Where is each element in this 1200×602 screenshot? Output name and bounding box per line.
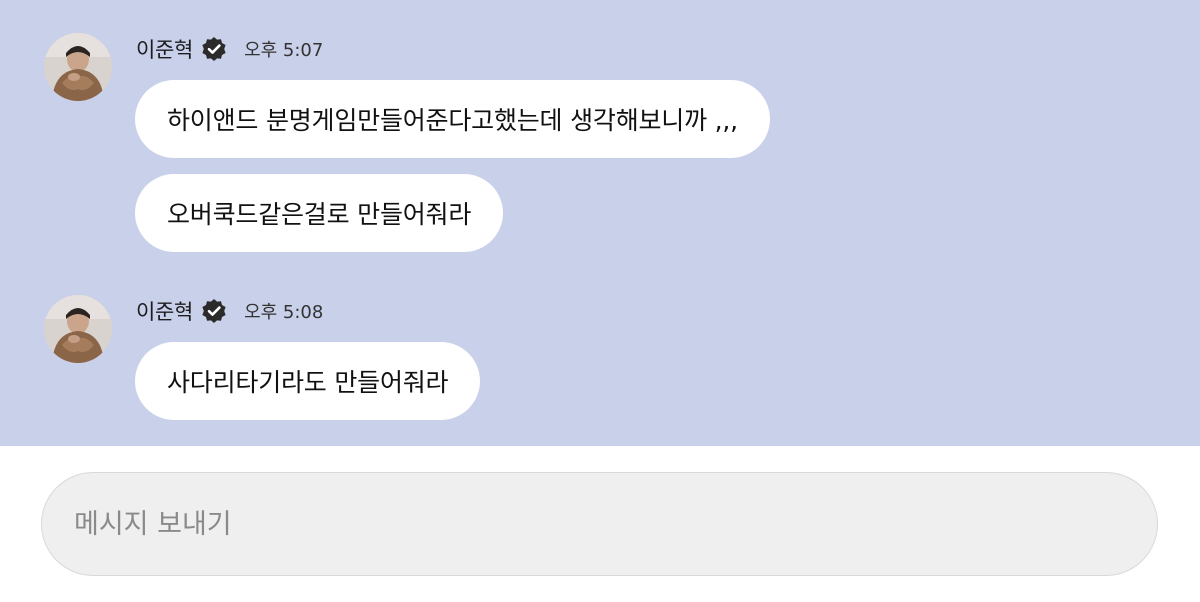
- message-bubble[interactable]: 하이앤드 분명게임만들어준다고했는데 생각해보니까 ,,,: [135, 80, 770, 158]
- message-timestamp: 오후 5:08: [244, 302, 324, 323]
- sender-row: 이준혁 오후 5:08: [136, 297, 323, 325]
- message-composer[interactable]: [41, 472, 1158, 576]
- sender-name[interactable]: 이준혁: [136, 296, 193, 326]
- message-bubble[interactable]: 사다리타기라도 만들어줘라: [135, 342, 481, 420]
- message-bubble[interactable]: 오버쿡드같은걸로 만들어줘라: [135, 174, 504, 252]
- sender-name[interactable]: 이준혁: [136, 34, 193, 64]
- verified-badge-icon: [201, 36, 227, 62]
- avatar-photo: [44, 33, 112, 101]
- sender-row: 이준혁 오후 5:07: [136, 35, 323, 63]
- avatar[interactable]: [44, 295, 112, 363]
- avatar-photo: [44, 295, 112, 363]
- verified-badge-icon: [201, 298, 227, 324]
- chat-area: 이준혁 오후 5:07 하이앤드 분명게임만들어준다고했는데 생각해보니까 ,,…: [0, 0, 1200, 446]
- avatar[interactable]: [44, 33, 112, 101]
- message-timestamp: 오후 5:07: [244, 40, 324, 61]
- message-input[interactable]: [74, 508, 1157, 540]
